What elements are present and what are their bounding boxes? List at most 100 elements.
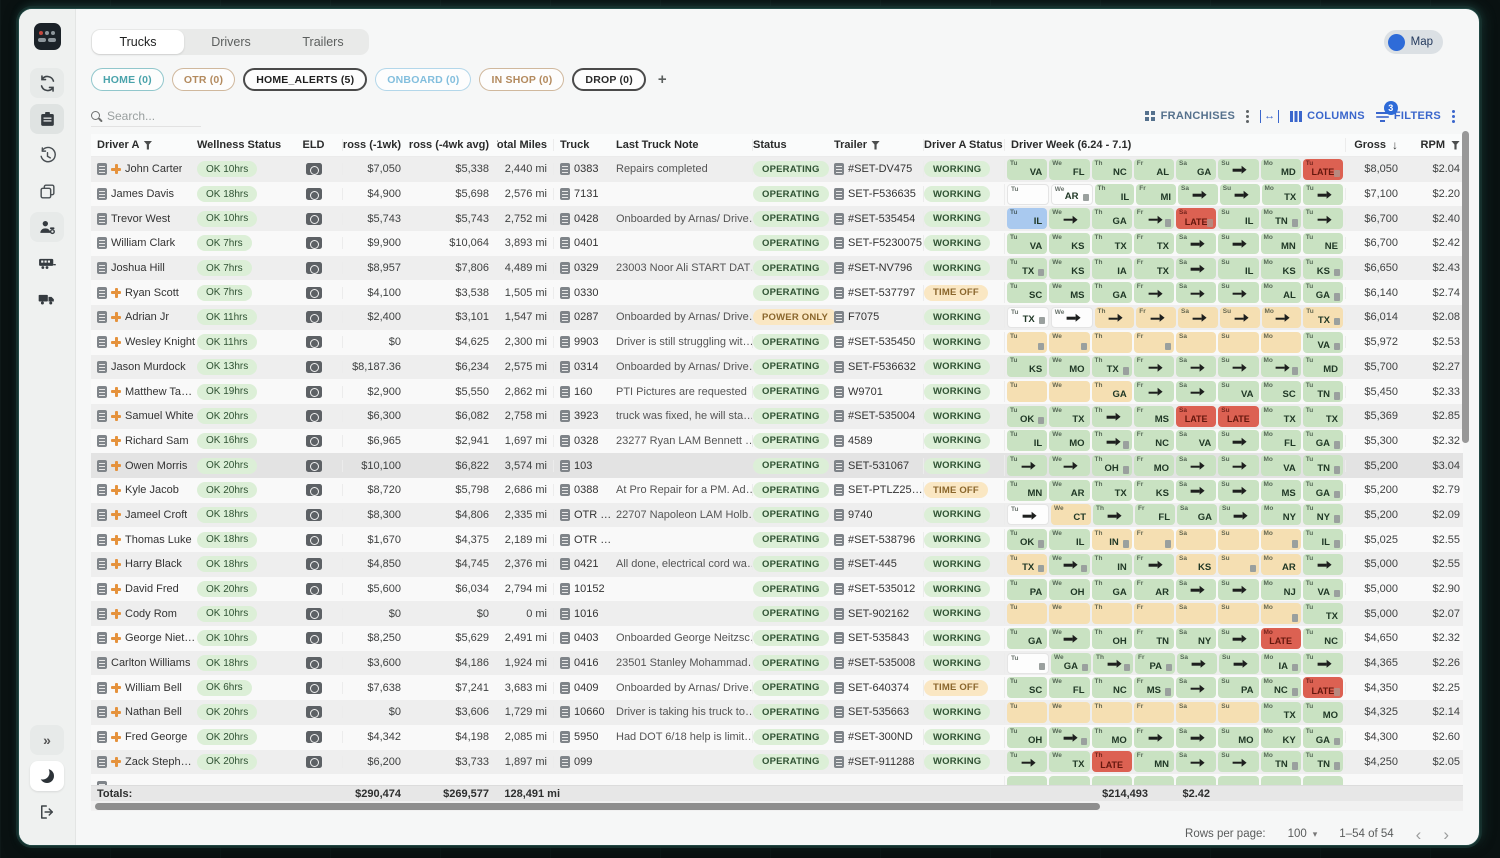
chip-home-0-[interactable]: HOME (0): [91, 68, 164, 91]
col-wellness[interactable]: Wellness Status: [197, 139, 285, 151]
week-day-cell[interactable]: Sa: [1176, 282, 1216, 303]
week-day-cell[interactable]: Fr: [1134, 702, 1174, 723]
week-day-cell[interactable]: WeFL: [1049, 677, 1089, 698]
add-view-button[interactable]: +: [658, 71, 667, 88]
dark-mode-button[interactable]: [30, 761, 64, 791]
week-day-cell[interactable]: We: [1049, 381, 1089, 402]
week-day-cell[interactable]: Su: [1220, 307, 1260, 328]
week-day-cell[interactable]: MoTN: [1261, 751, 1301, 772]
week-day-cell[interactable]: ThOH: [1092, 628, 1132, 649]
week-day-cell[interactable]: WeCT: [1051, 504, 1091, 525]
eld-camera-button[interactable]: [306, 262, 322, 274]
week-day-cell[interactable]: TuMO: [1303, 702, 1343, 723]
logout-button[interactable]: [30, 797, 64, 827]
week-day-cell[interactable]: Th: [1092, 332, 1132, 353]
week-day-cell[interactable]: SaGA: [1177, 504, 1217, 525]
prev-page-button[interactable]: ‹: [1416, 826, 1422, 843]
trailer-filter-icon[interactable]: [871, 141, 880, 150]
week-day-cell[interactable]: ThTX: [1092, 233, 1132, 254]
table-row[interactable]: Trevor WestOK 10hrs$5,743$5,7432,752 mi0…: [91, 206, 1463, 231]
week-day-cell[interactable]: We: [1049, 628, 1089, 649]
week-day-cell[interactable]: Su: [1220, 184, 1260, 205]
week-day-cell[interactable]: FrAL: [1134, 159, 1174, 180]
col-total-miles[interactable]: Total Miles: [497, 139, 554, 151]
table-row[interactable]: Samuel WhiteOK 20hrs$6,300$6,0822,758 mi…: [91, 404, 1463, 429]
week-day-cell[interactable]: TuKS: [1303, 258, 1343, 279]
week-day-cell[interactable]: SuIL: [1218, 208, 1258, 229]
week-day-cell[interactable]: TuGA: [1303, 282, 1343, 303]
sidebar-pages-button[interactable]: [30, 176, 64, 206]
week-day-cell[interactable]: Fr: [1134, 529, 1174, 550]
week-day-cell[interactable]: TuLATE: [1303, 677, 1343, 698]
table-row[interactable]: Zack Stephe…OK 20hrs$6,200$3,7331,897 mi…: [91, 750, 1463, 775]
sidebar-history-button[interactable]: [30, 140, 64, 170]
week-day-cell[interactable]: FrNC: [1134, 430, 1174, 451]
week-day-cell[interactable]: Su: [1218, 159, 1258, 180]
week-day-cell[interactable]: Sa: [1176, 751, 1216, 772]
week-day-cell[interactable]: Sa: [1178, 307, 1218, 328]
week-day-cell[interactable]: Fr: [1134, 554, 1174, 575]
week-day-cell[interactable]: Tu: [1007, 455, 1047, 476]
week-day-cell[interactable]: [1303, 776, 1343, 785]
week-day-cell[interactable]: TuMN: [1007, 480, 1047, 501]
week-day-cell[interactable]: TuLATE: [1303, 159, 1343, 180]
chip-home-alerts-5-[interactable]: HOME_ALERTS (5): [243, 68, 367, 91]
map-toggle[interactable]: Map: [1384, 30, 1443, 54]
week-day-cell[interactable]: TuGA: [1303, 480, 1343, 501]
week-day-cell[interactable]: WeOH: [1049, 579, 1089, 600]
week-day-cell[interactable]: Tu: [1303, 653, 1343, 674]
week-day-cell[interactable]: TuGA: [1303, 430, 1343, 451]
table-row[interactable]: George Niet…OK 10hrs$8,250$5,6292,491 mi…: [91, 626, 1463, 651]
week-day-cell[interactable]: TuOH: [1007, 727, 1047, 748]
week-day-cell[interactable]: ThNC: [1092, 159, 1132, 180]
week-day-cell[interactable]: Su: [1218, 702, 1258, 723]
week-day-cell[interactable]: We: [1049, 208, 1089, 229]
tab-trailers[interactable]: Trailers: [277, 29, 369, 55]
week-day-cell[interactable]: Su: [1218, 282, 1258, 303]
week-day-cell[interactable]: FrFL: [1135, 504, 1175, 525]
table-row[interactable]: Fred GeorgeOK 20hrs$4,342$4,1982,085 mi5…: [91, 725, 1463, 750]
week-day-cell[interactable]: Sa: [1176, 455, 1216, 476]
week-day-cell[interactable]: WeTX: [1049, 751, 1089, 772]
week-day-cell[interactable]: Fr: [1134, 282, 1174, 303]
week-day-cell[interactable]: WeAR: [1051, 184, 1093, 205]
week-day-cell[interactable]: WeIL: [1049, 529, 1089, 550]
eld-camera-button[interactable]: [306, 460, 322, 472]
week-day-cell[interactable]: TuTX: [1303, 307, 1343, 328]
week-day-cell[interactable]: ThNC: [1092, 677, 1132, 698]
week-day-cell[interactable]: TuPA: [1007, 579, 1047, 600]
week-day-cell[interactable]: MoMD: [1261, 159, 1301, 180]
col-driver-a[interactable]: Driver A: [91, 139, 197, 151]
week-day-cell[interactable]: We: [1049, 603, 1089, 624]
week-day-cell[interactable]: TuSC: [1007, 282, 1047, 303]
week-day-cell[interactable]: ThIN: [1092, 529, 1132, 550]
tab-trucks[interactable]: Trucks: [92, 30, 184, 54]
week-day-cell[interactable]: Sa: [1176, 579, 1216, 600]
table-row[interactable]: Harry BlackOK 18hrs$4,850$4,7452,376 mi0…: [91, 552, 1463, 577]
week-day-cell[interactable]: Sa: [1176, 332, 1216, 353]
week-day-cell[interactable]: SuLATE: [1218, 406, 1258, 427]
eld-camera-button[interactable]: [306, 706, 322, 718]
week-day-cell[interactable]: MoFL: [1261, 430, 1301, 451]
week-day-cell[interactable]: TuSC: [1007, 677, 1047, 698]
week-day-cell[interactable]: TuNC: [1303, 628, 1343, 649]
col-driver-a-status[interactable]: Driver A Status: [923, 139, 1004, 151]
week-day-cell[interactable]: [1134, 776, 1174, 785]
week-day-cell[interactable]: WeFL: [1049, 159, 1089, 180]
next-page-button[interactable]: ›: [1443, 826, 1449, 843]
week-day-cell[interactable]: ThGA: [1092, 579, 1132, 600]
week-day-cell[interactable]: FrMO: [1134, 455, 1174, 476]
table-row[interactable]: Wesley KnightOK 11hrs$0$4,6252,300 mi990…: [91, 330, 1463, 355]
week-day-cell[interactable]: Tu: [1007, 184, 1049, 205]
week-day-cell[interactable]: MoMN: [1261, 233, 1301, 254]
week-day-cell[interactable]: TuOK: [1007, 529, 1047, 550]
week-day-cell[interactable]: We: [1049, 455, 1089, 476]
week-day-cell[interactable]: [1176, 776, 1216, 785]
col-gross-4wk[interactable]: Gross (-4wk avg): [409, 139, 497, 151]
week-day-cell[interactable]: TuTN: [1303, 381, 1343, 402]
week-day-cell[interactable]: We: [1049, 554, 1089, 575]
week-day-cell[interactable]: FrMS: [1134, 406, 1174, 427]
week-day-cell[interactable]: Tu: [1007, 504, 1049, 525]
week-day-cell[interactable]: Sa: [1176, 233, 1216, 254]
week-day-cell[interactable]: WeAR: [1049, 480, 1089, 501]
